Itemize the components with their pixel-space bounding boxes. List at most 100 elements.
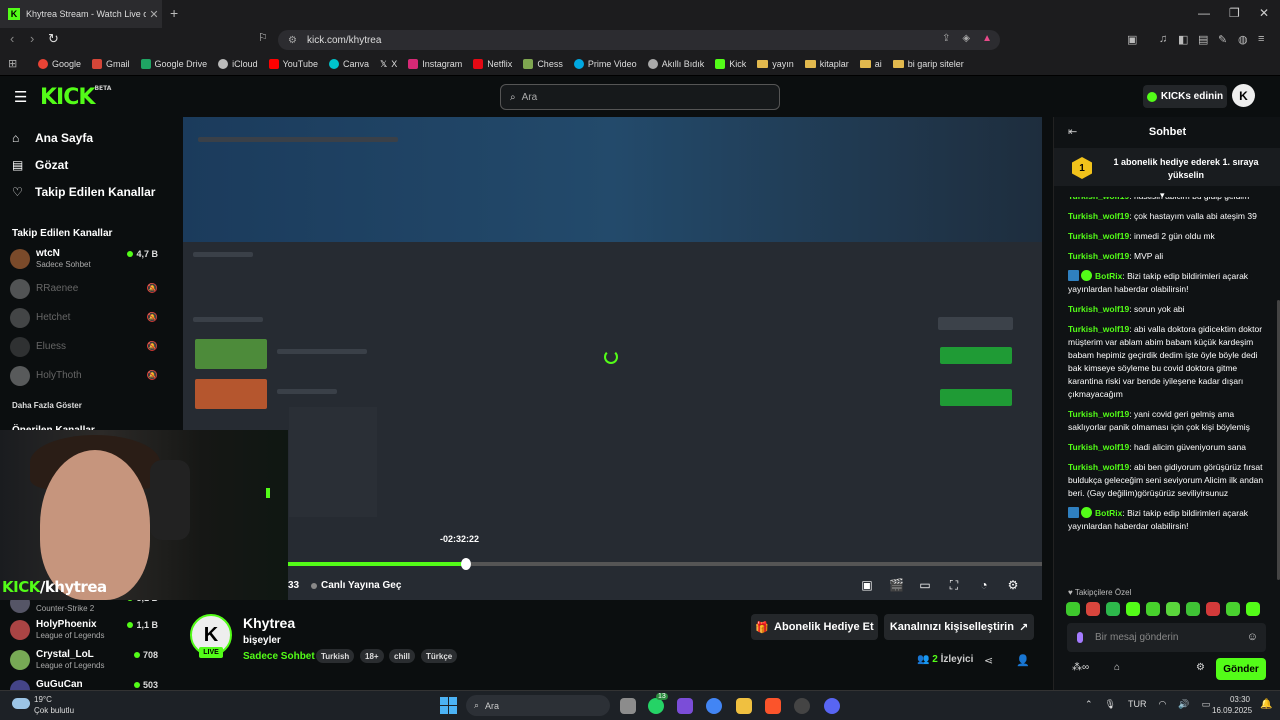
- emote[interactable]: [1206, 602, 1220, 616]
- speed-icon[interactable]: ◔: [977, 578, 991, 592]
- chat-username[interactable]: Turkish_wolf19: [1068, 324, 1129, 334]
- followed-channel-holythoth[interactable]: HolyThoth 🔕: [10, 364, 162, 390]
- stream-category[interactable]: Sadece Sohbet: [243, 651, 315, 662]
- show-more-link[interactable]: Daha Fazla Göster: [12, 401, 82, 410]
- go-live-button[interactable]: Canlı Yayına Geç: [311, 580, 401, 591]
- chat-username[interactable]: Turkish_wolf19: [1068, 211, 1129, 221]
- bookmark-canva[interactable]: Canva: [328, 58, 369, 69]
- taskbar-search[interactable]: ⌕ Ara: [466, 695, 610, 716]
- emote[interactable]: [1086, 602, 1100, 616]
- close-window-icon[interactable]: ✕: [1259, 6, 1269, 20]
- seek-handle[interactable]: [461, 558, 471, 570]
- emote[interactable]: [1186, 602, 1200, 616]
- windows-start-icon[interactable]: [440, 697, 457, 714]
- reading-list-icon[interactable]: ◧: [1178, 33, 1188, 46]
- chat-username[interactable]: Turkish_wolf19: [1068, 442, 1129, 452]
- battery-icon[interactable]: ▭: [1202, 699, 1211, 710]
- bookmark-gmail[interactable]: Gmail: [92, 58, 130, 69]
- clip-icon[interactable]: 🎬: [889, 578, 904, 592]
- whatsapp-icon[interactable]: [648, 698, 664, 714]
- fullscreen-icon[interactable]: ⛶: [947, 578, 961, 593]
- microphone-icon[interactable]: 🎙: [1105, 699, 1116, 710]
- bookmark-instagram[interactable]: Instagram: [408, 58, 462, 69]
- emote[interactable]: [1066, 602, 1080, 616]
- wallet-icon[interactable]: ▤: [1198, 33, 1208, 46]
- brave-shield-icon[interactable]: ◈: [962, 33, 970, 44]
- chat-username[interactable]: Turkish_wolf19: [1068, 231, 1129, 241]
- folder-kitaplar[interactable]: kitaplar: [804, 59, 849, 69]
- theater-mode-icon[interactable]: ▭: [918, 578, 932, 592]
- gift-subscription-button[interactable]: 🎁 Abonelik Hediye Et: [751, 614, 878, 640]
- chat-username[interactable]: Turkish_wolf19: [1068, 462, 1129, 472]
- tray-overflow-icon[interactable]: ⌃: [1085, 699, 1093, 710]
- folder-yayin[interactable]: yayın: [757, 59, 794, 69]
- bookmark-netflix[interactable]: Netflix: [473, 58, 512, 69]
- store-icon[interactable]: ⌂: [1114, 662, 1120, 673]
- bookmark-kick[interactable]: Kick: [715, 58, 746, 69]
- folder-ai[interactable]: ai: [859, 59, 882, 69]
- menu-icon[interactable]: ≡: [1258, 33, 1264, 45]
- hamburger-menu-icon[interactable]: ☰: [14, 88, 27, 106]
- emote[interactable]: [1126, 602, 1140, 616]
- bookmark-youtube[interactable]: YouTube: [268, 58, 318, 69]
- close-tab-icon[interactable]: ✕: [146, 8, 162, 21]
- chat-input[interactable]: Bir mesaj gönderin ☺: [1067, 623, 1266, 652]
- bookmark-x[interactable]: 𝕏X: [380, 59, 397, 69]
- share-icon[interactable]: ⇪: [942, 33, 950, 44]
- minimize-icon[interactable]: —: [1198, 6, 1210, 20]
- bookmark-chess[interactable]: Chess: [523, 58, 563, 69]
- nav-browse[interactable]: ▤ Gözat: [12, 158, 68, 172]
- gift-leaderboard-promo[interactable]: 1 1 abonelik hediye ederek 1. sıraya yük…: [1054, 148, 1280, 186]
- tag-turkce[interactable]: Türkçe: [421, 649, 458, 663]
- notifications-icon[interactable]: 🔔: [1260, 699, 1272, 710]
- kick-logo[interactable]: KICKBETA: [40, 85, 111, 110]
- chat-username[interactable]: Turkish_wolf19: [1068, 409, 1129, 419]
- get-kicks-button[interactable]: KICKs edinin: [1143, 85, 1227, 108]
- nav-home[interactable]: ⌂ Ana Sayfa: [12, 131, 93, 145]
- share-icon[interactable]: ⋖: [984, 654, 993, 667]
- video-player[interactable]: [183, 117, 1042, 600]
- bookmark-google-drive[interactable]: Google Drive: [140, 58, 207, 69]
- task-view-icon[interactable]: [620, 698, 636, 714]
- seek-bar[interactable]: [288, 558, 1042, 570]
- input-language[interactable]: TUR: [1128, 699, 1147, 710]
- tag-turkish[interactable]: Turkish: [316, 649, 355, 663]
- back-icon[interactable]: ‹: [10, 31, 14, 46]
- emote[interactable]: [1146, 602, 1160, 616]
- brave-rewards-icon[interactable]: ▲: [982, 33, 992, 44]
- reload-icon[interactable]: ↻: [48, 31, 59, 47]
- emote[interactable]: [1246, 602, 1260, 616]
- volume-icon[interactable]: 🔊: [1178, 699, 1189, 710]
- followed-channel-hetchet[interactable]: Hetchet 🔕: [10, 306, 162, 332]
- chat-settings-icon[interactable]: ⚙: [1196, 662, 1205, 673]
- recommended-channel-holyphoenix[interactable]: HolyPhoenix League of Legends 1,1 B: [10, 618, 162, 644]
- chat-username[interactable]: BotRix: [1095, 271, 1122, 281]
- discord-icon[interactable]: [824, 698, 840, 714]
- add-user-icon[interactable]: 👤: [1016, 654, 1030, 667]
- customize-channel-button[interactable]: Kanalınızı kişiselleştirin ↗: [884, 614, 1034, 640]
- bookmark-prime-video[interactable]: Prime Video: [573, 58, 637, 69]
- emote[interactable]: [1166, 602, 1180, 616]
- emote[interactable]: [1226, 602, 1240, 616]
- search-input[interactable]: ⌕ Ara: [500, 84, 780, 110]
- forward-icon[interactable]: ›: [30, 31, 34, 46]
- clock[interactable]: 03:30 16.09.2025: [1212, 694, 1252, 716]
- recommended-channel-crystal-lol[interactable]: Crystal_LoL League of Legends 708: [10, 648, 162, 674]
- bookmark-icon[interactable]: ⚐: [258, 31, 268, 44]
- emote[interactable]: [1106, 602, 1120, 616]
- address-bar[interactable]: ⚙ kick.com/khytrea ⇪ ◈ ▲: [278, 30, 1000, 50]
- user-avatar[interactable]: K: [1232, 84, 1255, 107]
- office-icon[interactable]: [677, 698, 693, 714]
- wifi-icon[interactable]: ◠: [1158, 699, 1166, 710]
- tag-18-plus[interactable]: 18+: [360, 649, 384, 663]
- bookmark-google[interactable]: Google: [38, 58, 81, 69]
- new-tab-icon[interactable]: +: [170, 5, 178, 21]
- followed-channel-wtcn[interactable]: wtcN Sadece Sohbet 4,7 B: [10, 247, 162, 273]
- brave-icon[interactable]: [765, 698, 781, 714]
- chat-username[interactable]: Turkish_wolf19: [1068, 197, 1129, 201]
- folder-bi-garip-siteler[interactable]: bi garip siteler: [892, 59, 964, 69]
- maximize-icon[interactable]: ❐: [1229, 6, 1240, 20]
- send-button[interactable]: Gönder: [1216, 658, 1266, 680]
- media-icon[interactable]: ♫: [1159, 33, 1167, 45]
- tag-chill[interactable]: chill: [389, 649, 416, 663]
